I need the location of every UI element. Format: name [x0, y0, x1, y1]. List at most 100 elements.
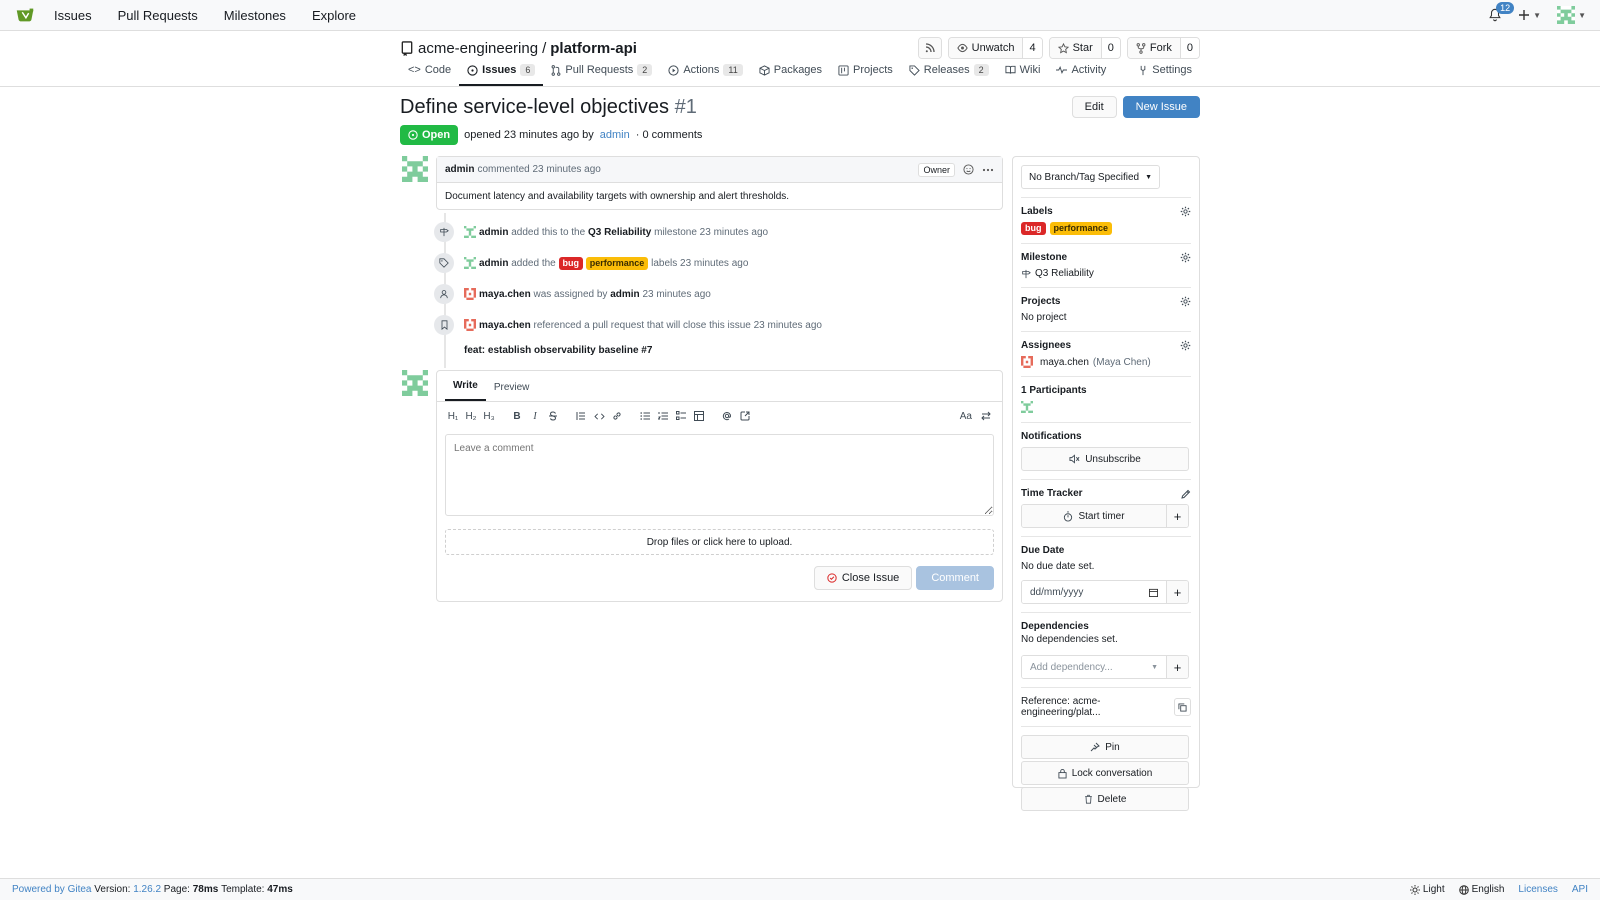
event-user-link[interactable]: maya.chen — [479, 320, 531, 331]
author-link[interactable]: admin — [600, 129, 630, 141]
event-user-link[interactable]: admin — [479, 227, 508, 238]
tab-wiki[interactable]: Wiki — [997, 62, 1049, 84]
fork-count[interactable]: 0 — [1179, 38, 1199, 58]
fork-button[interactable]: Fork 0 — [1126, 37, 1200, 59]
avatar[interactable] — [1021, 356, 1033, 368]
user-menu-button[interactable]: ▼ — [1557, 6, 1586, 24]
add-dependency-select[interactable]: Add dependency... ▼ — [1022, 656, 1166, 678]
gear-icon[interactable] — [1180, 206, 1191, 217]
switch-editor-button[interactable] — [980, 409, 992, 423]
licenses-link[interactable]: Licenses — [1518, 884, 1557, 895]
more-icon[interactable] — [982, 168, 994, 172]
comment-button[interactable]: Comment — [916, 566, 994, 590]
avatar[interactable] — [1021, 401, 1033, 413]
event-user-link[interactable]: admin — [479, 258, 508, 269]
due-date-input[interactable]: dd/mm/yyyy — [1022, 581, 1166, 603]
font-toggle-button[interactable]: Aa — [960, 409, 972, 423]
task-list-button[interactable] — [675, 409, 687, 423]
unordered-list-button[interactable] — [639, 409, 651, 423]
watch-button[interactable]: Unwatch 4 — [947, 37, 1043, 59]
close-issue-button[interactable]: Close Issue — [813, 566, 913, 590]
emoji-icon[interactable] — [963, 164, 974, 175]
strikethrough-button[interactable] — [547, 409, 559, 423]
tab-projects[interactable]: Projects — [830, 62, 901, 84]
avatar[interactable] — [464, 319, 476, 331]
rss-button[interactable] — [917, 37, 942, 59]
avatar[interactable] — [402, 370, 428, 396]
ordered-list-button[interactable] — [657, 409, 669, 423]
nav-explore[interactable]: Explore — [312, 8, 356, 23]
tab-releases[interactable]: Releases 2 — [901, 62, 997, 84]
gear-icon[interactable] — [1180, 340, 1191, 351]
link-button[interactable] — [611, 409, 623, 423]
version-link[interactable]: 1.26.2 — [133, 884, 161, 895]
repo-owner-link[interactable]: acme-engineering — [418, 40, 538, 57]
gear-icon[interactable] — [1180, 296, 1191, 307]
powered-by-link[interactable]: Powered by Gitea — [12, 884, 92, 895]
delete-button[interactable]: Delete — [1021, 787, 1189, 811]
tab-pull-requests[interactable]: Pull Requests 2 — [543, 62, 660, 84]
avatar[interactable] — [402, 156, 428, 182]
nav-milestones[interactable]: Milestones — [224, 8, 286, 23]
pin-button[interactable]: Pin — [1021, 735, 1189, 759]
cross-reference-button[interactable] — [739, 409, 751, 423]
milestone-link[interactable]: Q3 Reliability — [1035, 268, 1094, 279]
tab-code[interactable]: <> Code — [400, 62, 459, 84]
heading-3-button[interactable]: H₃ — [483, 409, 495, 423]
milestone-link[interactable]: Q3 Reliability — [588, 227, 651, 238]
theme-selector[interactable]: Light — [1409, 884, 1445, 895]
nav-pull-requests[interactable]: Pull Requests — [118, 8, 198, 23]
bold-button[interactable]: B — [511, 409, 523, 423]
avatar[interactable] — [464, 257, 476, 269]
assigner-link[interactable]: admin — [610, 289, 639, 300]
api-link[interactable]: API — [1572, 884, 1588, 895]
pencil-icon[interactable] — [1181, 489, 1191, 499]
label-performance[interactable]: performance — [1049, 222, 1113, 235]
star-button[interactable]: Star 0 — [1048, 37, 1121, 59]
add-due-date-button[interactable]: + — [1166, 581, 1188, 603]
tab-actions[interactable]: Actions 11 — [660, 62, 750, 84]
lock-conversation-button[interactable]: Lock conversation — [1021, 761, 1189, 785]
comment-textarea[interactable] — [445, 434, 994, 516]
pull-request-link[interactable]: feat: establish observability baseline #… — [464, 345, 652, 356]
assignee-link[interactable]: maya.chen — [1040, 357, 1089, 368]
mention-button[interactable] — [721, 409, 733, 423]
tab-activity[interactable]: Activity — [1048, 62, 1114, 84]
tab-issues[interactable]: Issues 6 — [459, 62, 544, 86]
italic-button[interactable]: I — [529, 409, 541, 423]
star-count[interactable]: 0 — [1100, 38, 1120, 58]
code-button[interactable] — [593, 409, 605, 423]
add-time-button[interactable]: + — [1166, 505, 1188, 527]
heading-1-button[interactable]: H₁ — [447, 409, 459, 423]
avatar[interactable] — [464, 288, 476, 300]
label-bug[interactable]: bug — [1021, 222, 1046, 235]
repo-name-link[interactable]: platform-api — [550, 40, 637, 57]
event-user-link[interactable]: maya.chen — [479, 289, 531, 300]
heading-2-button[interactable]: H₂ — [465, 409, 477, 423]
start-timer-button[interactable]: Start timer — [1022, 505, 1166, 527]
create-menu-button[interactable]: ▼ — [1518, 9, 1541, 21]
notifications-button[interactable]: 12 — [1488, 2, 1515, 22]
unsubscribe-button[interactable]: Unsubscribe — [1021, 447, 1189, 471]
edit-button[interactable]: Edit — [1071, 96, 1117, 118]
tab-packages[interactable]: Packages — [751, 62, 830, 84]
language-selector[interactable]: English — [1458, 884, 1504, 895]
avatar[interactable] — [464, 226, 476, 238]
gear-icon[interactable] — [1180, 252, 1191, 263]
quote-button[interactable] — [575, 409, 587, 423]
comment-author-link[interactable]: admin — [445, 164, 474, 175]
tab-settings[interactable]: Settings — [1130, 62, 1200, 84]
label-performance[interactable]: performance — [585, 256, 649, 270]
new-issue-button[interactable]: New Issue — [1122, 96, 1200, 118]
tab-preview[interactable]: Preview — [486, 382, 538, 401]
nav-issues[interactable]: Issues — [54, 8, 92, 23]
watch-count[interactable]: 4 — [1022, 38, 1042, 58]
branch-selector[interactable]: No Branch/Tag Specified ▼ — [1021, 165, 1161, 189]
copy-reference-button[interactable] — [1173, 698, 1191, 716]
tab-write[interactable]: Write — [445, 380, 486, 401]
table-button[interactable] — [693, 409, 705, 423]
label-bug[interactable]: bug — [558, 256, 584, 270]
add-dependency-button[interactable]: + — [1166, 656, 1188, 678]
gitea-logo-icon[interactable] — [14, 4, 36, 26]
file-dropzone[interactable]: Drop files or click here to upload. — [445, 529, 994, 555]
